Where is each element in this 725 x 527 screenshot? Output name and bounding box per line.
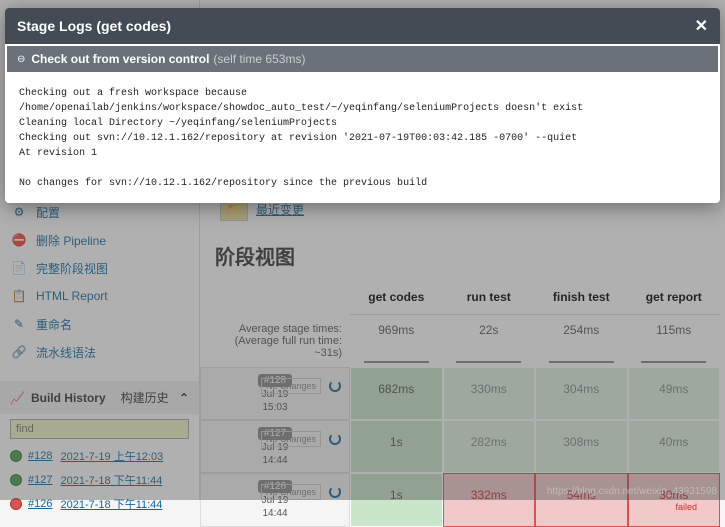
watermark: https://blog.csdn.net/weixin_43931598 [547, 486, 717, 497]
collapse-icon: ⊖ [17, 54, 25, 65]
stage-logs-modal: Stage Logs (get codes) ✕ ⊖ Check out fro… [5, 8, 720, 203]
modal-body: Checking out a fresh workspace because /… [5, 74, 720, 203]
modal-selftime: (self time 653ms) [213, 52, 305, 66]
modal-sub-label: Check out from version control [31, 52, 209, 66]
modal-header: Stage Logs (get codes) ✕ [5, 8, 720, 44]
close-icon[interactable]: ✕ [695, 16, 708, 36]
modal-title: Stage Logs (get codes) [17, 18, 171, 34]
modal-sub-header[interactable]: ⊖ Check out from version control (self t… [7, 46, 718, 72]
